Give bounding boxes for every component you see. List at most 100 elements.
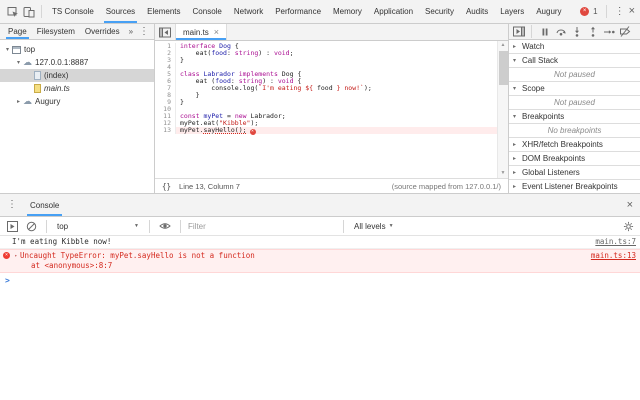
section-xhr-fetch-breakpoints[interactable]: ▸ XHR/fetch Breakpoints — [509, 138, 640, 152]
chevron-icon: ▸ — [513, 184, 517, 190]
chevron-icon: ▾ — [513, 58, 517, 64]
console-settings-gear-icon[interactable] — [620, 218, 636, 234]
console-filter-input[interactable] — [188, 221, 336, 231]
navigator-tab-page[interactable]: Page — [3, 24, 32, 39]
section-breakpoints[interactable]: ▾ Breakpoints — [509, 110, 640, 124]
pretty-print-button[interactable]: {} — [162, 182, 171, 191]
source-link[interactable]: main.ts:7 — [595, 237, 636, 247]
section-body-scope: Not paused — [509, 96, 640, 110]
main-tab-ts-console[interactable]: TS Console — [46, 0, 100, 23]
step-icon[interactable] — [601, 25, 616, 39]
code-text[interactable]: eat(food: string) : void; — [176, 50, 497, 57]
line-number[interactable]: 7 — [155, 85, 176, 92]
more-tabs-button[interactable]: » — [125, 27, 137, 36]
tree-item-augury[interactable]: ▸ ☁ Augury — [0, 95, 154, 108]
main-tab-layers[interactable]: Layers — [494, 0, 530, 23]
tree-expander-icon[interactable]: ▾ — [14, 59, 23, 66]
hide-navigator-icon[interactable] — [157, 24, 173, 40]
code-text[interactable]: console.log(`I'm eating ${ food } now!`)… — [176, 85, 497, 92]
error-icon: × — [3, 252, 10, 259]
navigator-tab-filesystem[interactable]: Filesystem — [32, 24, 80, 39]
code-text[interactable]: } — [176, 92, 497, 99]
code-text[interactable]: } — [176, 57, 497, 64]
log-levels-select[interactable]: All levels ▼ — [351, 222, 397, 231]
main-tab-memory[interactable]: Memory — [327, 0, 368, 23]
section-global-listeners[interactable]: ▸ Global Listeners — [509, 166, 640, 180]
toolbar-right: × 1 ⋮ × — [580, 5, 635, 18]
navigator-menu-icon[interactable]: ⋮ — [139, 26, 151, 37]
tree-item-label: top — [24, 45, 36, 54]
drawer-menu-icon[interactable]: ⋮ — [7, 200, 17, 210]
section-scope[interactable]: ▾ Scope — [509, 82, 640, 96]
step-out-icon[interactable] — [585, 25, 600, 39]
deactivate-breakpoints-icon[interactable] — [617, 25, 632, 39]
line-number[interactable]: 13 — [155, 127, 176, 134]
tab-console[interactable]: Console — [25, 194, 64, 216]
tree-item-main-ts[interactable]: main.ts — [0, 82, 154, 95]
line-number[interactable]: 8 — [155, 92, 176, 99]
line-number[interactable]: 2 — [155, 50, 176, 57]
main-tab-application[interactable]: Application — [368, 0, 419, 23]
editor-statusbar: {} Line 13, Column 7 (source mapped from… — [155, 178, 508, 193]
section-watch[interactable]: ▸ Watch — [509, 40, 640, 54]
live-expression-eye-icon[interactable] — [157, 218, 173, 234]
inspect-element-icon[interactable] — [5, 4, 21, 20]
hide-debugger-icon[interactable] — [511, 25, 526, 39]
main-tab-console[interactable]: Console — [187, 0, 228, 23]
error-badge-icon[interactable]: × — [580, 7, 590, 16]
divider — [531, 25, 532, 38]
console-sidebar-icon[interactable] — [4, 218, 20, 234]
section-call-stack[interactable]: ▾ Call Stack — [509, 54, 640, 68]
scroll-up-icon[interactable]: ▲ — [501, 41, 506, 50]
console-prompt[interactable]: > — [0, 273, 640, 285]
main-tab-performance[interactable]: Performance — [269, 0, 327, 23]
step-into-icon[interactable] — [569, 25, 584, 39]
main-tab-security[interactable]: Security — [419, 0, 460, 23]
tree-item-label: Augury — [35, 97, 61, 106]
main-tab-sources[interactable]: Sources — [100, 0, 141, 23]
pause-script-icon[interactable] — [537, 25, 552, 39]
divider — [343, 219, 344, 233]
expand-arrow-icon[interactable]: ▸ — [12, 251, 20, 261]
main-tab-elements[interactable]: Elements — [141, 0, 186, 23]
tree-item-top[interactable]: ▾ top — [0, 43, 154, 56]
tree-item-127-0-0-1-8887[interactable]: ▾ ☁ 127.0.0.1:8887 — [0, 56, 154, 69]
device-toolbar-icon[interactable] — [21, 4, 37, 20]
scroll-down-icon[interactable]: ▼ — [501, 169, 506, 178]
code-text[interactable]: } — [176, 99, 497, 106]
divider — [149, 219, 150, 233]
line-number[interactable]: 6 — [155, 78, 176, 85]
section-dom-breakpoints[interactable]: ▸ DOM Breakpoints — [509, 152, 640, 166]
editor-tab-main-ts[interactable]: main.ts × — [175, 24, 228, 40]
source-link[interactable]: main.ts:13 — [591, 251, 636, 261]
error-stack-frame: at <anonymous>:8:7 — [31, 261, 113, 270]
main-tab-audits[interactable]: Audits — [460, 0, 494, 23]
tree-expander-icon[interactable]: ▾ — [3, 46, 12, 53]
step-over-icon[interactable] — [553, 25, 568, 39]
debugger-toolbar — [509, 24, 640, 40]
editor-scrollbar[interactable]: ▲ ▼ — [497, 41, 508, 178]
navigator-tab-overrides[interactable]: Overrides — [80, 24, 125, 39]
line-number[interactable]: 4 — [155, 64, 176, 71]
javascript-context-select[interactable]: top ▼ — [54, 222, 142, 231]
code-line: 13 myPet.sayHello(); × — [155, 127, 497, 135]
code-lines[interactable]: 1 interface Dog {2 eat(food: string) : vo… — [155, 41, 497, 178]
section-event-listener-breakpoints[interactable]: ▸ Event Listener Breakpoints — [509, 180, 640, 194]
log-message-text: I'm eating Kibble now! — [12, 237, 112, 246]
section-label: DOM Breakpoints — [522, 154, 586, 163]
tab-close-icon[interactable]: × — [214, 27, 219, 37]
main-tab-network[interactable]: Network — [228, 0, 269, 23]
console-toolbar: top ▼ All levels ▼ — [0, 217, 640, 236]
tree-item-index[interactable]: (index) — [0, 69, 154, 82]
line-number[interactable]: 1 — [155, 43, 176, 50]
more-options-icon[interactable]: ⋮ — [615, 6, 625, 17]
scrollbar-thumb[interactable] — [498, 51, 508, 85]
tree-expander-icon[interactable]: ▸ — [14, 98, 23, 105]
close-devtools-icon[interactable]: × — [629, 6, 635, 17]
line-number[interactable]: 3 — [155, 57, 176, 64]
clear-console-icon[interactable] — [23, 218, 39, 234]
code-text[interactable]: myPet.sayHello(); × — [176, 127, 497, 135]
line-number[interactable]: 5 — [155, 71, 176, 78]
main-tab-augury[interactable]: Augury — [530, 0, 567, 23]
close-drawer-icon[interactable]: × — [627, 199, 633, 211]
